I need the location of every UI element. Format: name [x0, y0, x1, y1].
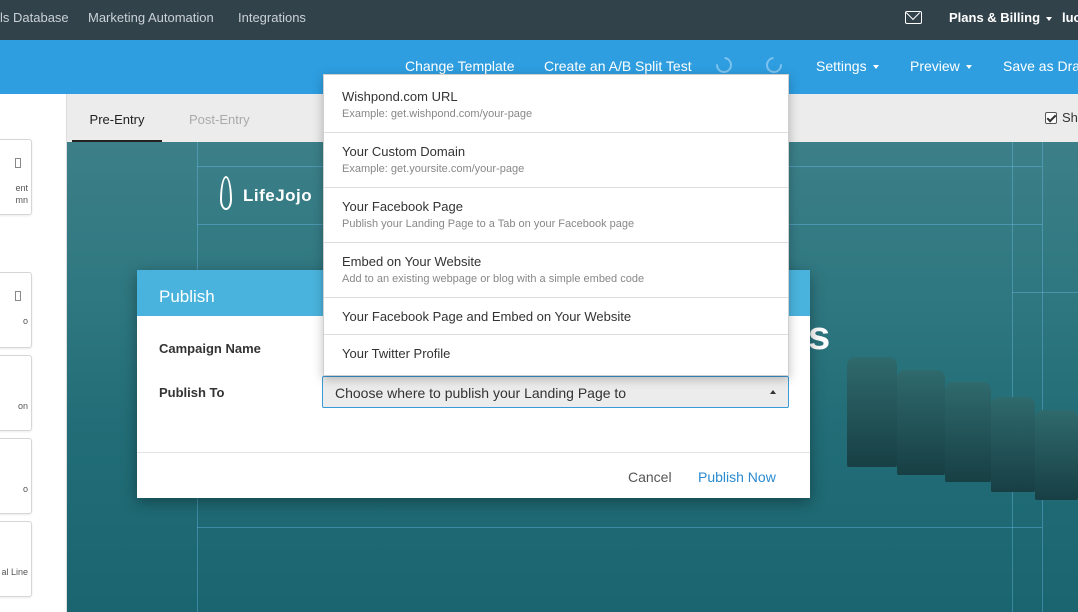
widget-card-logo[interactable]: o	[0, 438, 32, 514]
widget-card-horizontal-line[interactable]: al Line	[0, 521, 32, 597]
nav-link-marketing-automation[interactable]: Marketing Automation	[88, 10, 214, 25]
widget-sidebar: ent mn o on o al Line	[0, 94, 67, 612]
widget-card-label: al Line	[1, 567, 28, 577]
layout-guide	[1012, 292, 1078, 293]
modal-title: Publish	[159, 287, 215, 306]
publish-destination-dropdown: Wishpond.com URL Example: get.wishpond.c…	[323, 74, 789, 376]
option-facebook-page[interactable]: Your Facebook Page Publish your Landing …	[324, 188, 788, 243]
show-checkbox[interactable]	[1045, 112, 1057, 124]
widget-card-label: mn	[15, 195, 28, 205]
option-title: Your Custom Domain	[342, 144, 466, 159]
nav-link-leads-database[interactable]: ls Database	[0, 10, 69, 25]
user-menu[interactable]: luc	[1062, 10, 1078, 25]
campaign-name-label: Campaign Name	[159, 341, 261, 356]
preview-label: Preview	[910, 58, 960, 74]
option-subtitle: Example: get.yoursite.com/your-page	[342, 163, 525, 175]
widget-card-content-column[interactable]: ent mn	[0, 139, 32, 215]
option-title: Wishpond.com URL	[342, 89, 458, 104]
option-subtitle: Add to an existing webpage or blog with …	[342, 273, 645, 285]
widget-icon	[15, 158, 21, 168]
show-checkbox-label: Sh	[1062, 110, 1078, 125]
mail-icon[interactable]	[905, 11, 922, 24]
chevron-down-icon	[872, 65, 879, 70]
widget-card-label: ent	[15, 183, 28, 193]
option-title: Your Twitter Profile	[342, 346, 451, 361]
chevron-up-icon	[770, 390, 776, 394]
plans-billing-menu[interactable]: Plans & Billing	[949, 10, 1053, 25]
top-navigation-bar: ls Database Marketing Automation Integra…	[0, 0, 1078, 40]
pier-post	[847, 357, 897, 467]
nav-link-integrations[interactable]: Integrations	[238, 10, 306, 25]
publish-now-button[interactable]: Publish Now	[698, 469, 776, 485]
option-custom-domain[interactable]: Your Custom Domain Example: get.yoursite…	[324, 133, 788, 188]
undo-icon[interactable]	[712, 53, 736, 77]
tab-post-entry[interactable]: Post-Entry	[189, 94, 250, 142]
headline-text[interactable]: s	[808, 314, 830, 359]
option-subtitle: Publish your Landing Page to a Tab on yo…	[342, 218, 635, 230]
widget-card-video[interactable]: o	[0, 272, 32, 348]
preview-menu[interactable]: Preview	[910, 58, 972, 74]
option-title: Embed on Your Website	[342, 254, 482, 269]
publish-to-select-value: Choose where to publish your Landing Pag…	[335, 385, 627, 401]
option-twitter-profile[interactable]: Your Twitter Profile	[324, 335, 788, 375]
widget-icon	[15, 291, 21, 301]
tab-pre-entry[interactable]: Pre-Entry	[72, 94, 162, 142]
layout-guide	[197, 527, 1042, 528]
pier-post	[945, 382, 991, 482]
widget-card-label: o	[22, 316, 28, 326]
widget-card-label: o	[22, 484, 28, 494]
settings-label: Settings	[816, 58, 867, 74]
widget-card-label: on	[17, 401, 28, 411]
option-title: Your Facebook Page	[342, 199, 463, 214]
ab-split-test-button[interactable]: Create an A/B Split Test	[544, 58, 692, 74]
widget-card-button[interactable]: on	[0, 355, 32, 431]
cancel-button[interactable]: Cancel	[628, 469, 672, 485]
change-template-button[interactable]: Change Template	[405, 58, 514, 74]
option-title: Your Facebook Page and Embed on Your Web…	[342, 309, 632, 324]
pier-post	[897, 370, 945, 475]
option-facebook-and-embed[interactable]: Your Facebook Page and Embed on Your Web…	[324, 298, 788, 335]
pier-post	[991, 397, 1035, 492]
publish-to-select[interactable]: Choose where to publish your Landing Pag…	[322, 376, 789, 408]
plans-billing-label: Plans & Billing	[949, 10, 1041, 25]
pier-post	[1035, 410, 1078, 500]
chevron-down-icon	[1046, 16, 1053, 21]
brand-logo-text: LifeJojo	[243, 186, 313, 205]
leaf-logo-icon	[220, 176, 232, 210]
settings-menu[interactable]: Settings	[816, 58, 879, 74]
publish-to-label: Publish To	[159, 385, 225, 400]
option-wishpond-url[interactable]: Wishpond.com URL Example: get.wishpond.c…	[324, 75, 788, 133]
modal-divider	[137, 452, 810, 453]
layout-guide	[1042, 142, 1043, 612]
redo-icon[interactable]	[762, 53, 786, 77]
save-as-draft-button[interactable]: Save as Draft	[1003, 58, 1078, 74]
chevron-down-icon	[965, 65, 972, 70]
option-subtitle: Example: get.wishpond.com/your-page	[342, 108, 533, 120]
layout-guide	[1012, 142, 1013, 612]
option-embed-website[interactable]: Embed on Your Website Add to an existing…	[324, 243, 788, 298]
